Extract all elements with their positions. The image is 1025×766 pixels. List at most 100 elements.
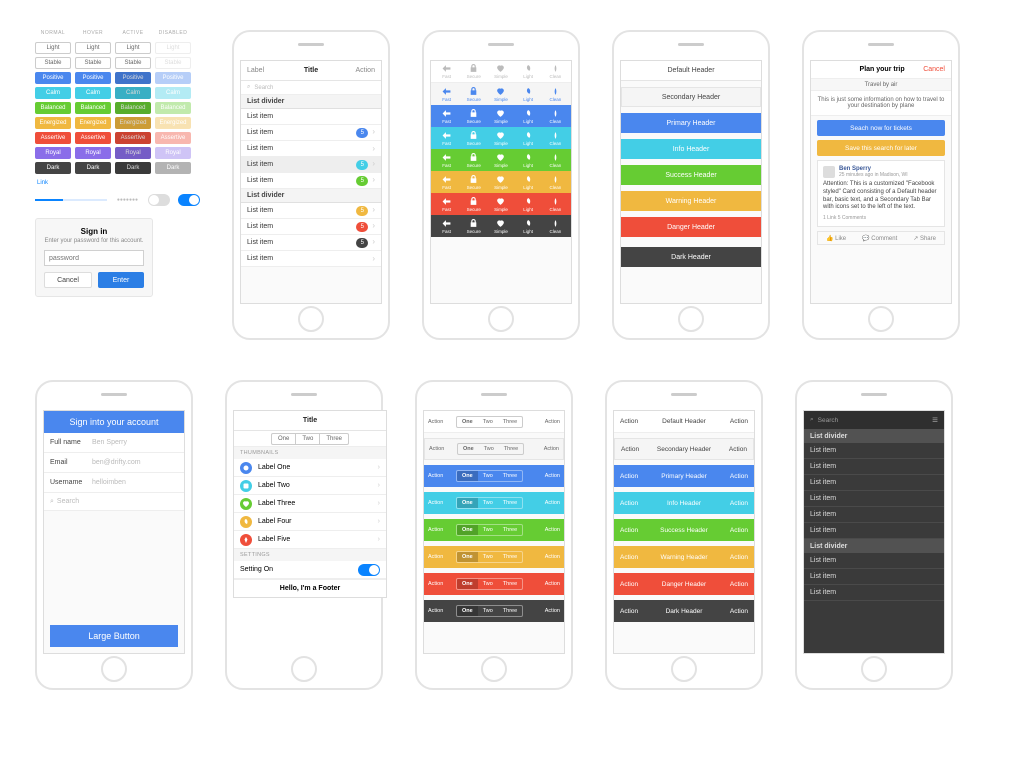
list-item[interactable]: List item	[804, 585, 944, 601]
list-item[interactable]: List item5›	[241, 125, 381, 141]
palette-button[interactable]: Assertive	[75, 132, 111, 144]
palette-button[interactable]: Energized	[35, 117, 71, 129]
clean-icon[interactable]: Clean	[544, 64, 566, 79]
list-item[interactable]: List item›	[241, 251, 381, 267]
simple-icon[interactable]: Simple	[490, 197, 512, 212]
palette-button[interactable]: Positive	[75, 72, 111, 84]
palette-button[interactable]: Positive	[35, 72, 71, 84]
light-icon[interactable]: Light	[517, 153, 539, 168]
list-item[interactable]: List item	[241, 109, 381, 125]
list-item[interactable]: List item5›	[241, 157, 381, 173]
secure-icon[interactable]: Secure	[463, 64, 485, 79]
light-icon[interactable]: Light	[517, 64, 539, 79]
cancel-button[interactable]: Cancel	[923, 66, 945, 73]
search-tickets-button[interactable]: Seach now for tickets	[817, 120, 945, 136]
segment-control[interactable]: OneTwoThree	[234, 431, 386, 447]
palette-button[interactable]: Dark	[35, 162, 71, 174]
secure-icon[interactable]: Secure	[463, 153, 485, 168]
search-input[interactable]: ⌕ Search	[241, 81, 381, 95]
palette-button[interactable]: Royal	[115, 147, 151, 159]
palette-button[interactable]: Calm	[115, 87, 151, 99]
light-icon[interactable]: Light	[517, 131, 539, 146]
simple-icon[interactable]: Simple	[490, 175, 512, 190]
palette-button[interactable]: Balanced	[115, 102, 151, 114]
fast-icon[interactable]: Fast	[436, 131, 458, 146]
secure-icon[interactable]: Secure	[463, 175, 485, 190]
link-sample[interactable]: Link	[37, 180, 198, 186]
secure-icon[interactable]: Secure	[463, 87, 485, 102]
palette-button[interactable]: Calm	[75, 87, 111, 99]
like-button[interactable]: 👍 Like	[826, 235, 846, 242]
search-input[interactable]: ⌕ Search ≡	[804, 411, 944, 429]
palette-button[interactable]: Stable	[35, 57, 71, 69]
setting-on-row[interactable]: Setting On	[234, 561, 386, 579]
palette-button[interactable]: Dark	[75, 162, 111, 174]
palette-button[interactable]: Assertive	[35, 132, 71, 144]
palette-button[interactable]: Royal	[75, 147, 111, 159]
clean-icon[interactable]: Clean	[544, 219, 566, 234]
fast-icon[interactable]: Fast	[436, 153, 458, 168]
list-item[interactable]: List item	[804, 553, 944, 569]
palette-button[interactable]: Energized	[75, 117, 111, 129]
clean-icon[interactable]: Clean	[544, 131, 566, 146]
nav-action[interactable]: Action	[345, 67, 375, 74]
list-item[interactable]: List item	[804, 475, 944, 491]
palette-button[interactable]: Stable	[115, 57, 151, 69]
palette-button[interactable]: Assertive	[115, 132, 151, 144]
thumb-row[interactable]: Label Five›	[234, 531, 386, 549]
fast-icon[interactable]: Fast	[436, 109, 458, 124]
palette-button[interactable]: Positive	[115, 72, 151, 84]
list-item[interactable]: List item	[804, 523, 944, 539]
light-icon[interactable]: Light	[517, 175, 539, 190]
password-field[interactable]	[44, 250, 144, 266]
simple-icon[interactable]: Simple	[490, 109, 512, 124]
list-item[interactable]: List item	[804, 491, 944, 507]
palette-button[interactable]: Royal	[35, 147, 71, 159]
list-item[interactable]: List item5›	[241, 203, 381, 219]
secure-icon[interactable]: Secure	[463, 197, 485, 212]
enter-button[interactable]: Enter	[98, 272, 144, 288]
list-item[interactable]: List item	[804, 569, 944, 585]
simple-icon[interactable]: Simple	[490, 64, 512, 79]
fast-icon[interactable]: Fast	[436, 175, 458, 190]
menu-icon[interactable]: ≡	[932, 415, 938, 426]
list-item[interactable]: List item5›	[241, 219, 381, 235]
light-icon[interactable]: Light	[517, 219, 539, 234]
search-input[interactable]: ⌕ Search	[44, 493, 184, 511]
clean-icon[interactable]: Clean	[544, 109, 566, 124]
palette-button[interactable]: Light	[115, 42, 151, 54]
thumb-row[interactable]: Label Three›	[234, 495, 386, 513]
palette-button[interactable]: Dark	[115, 162, 151, 174]
simple-icon[interactable]: Simple	[490, 87, 512, 102]
simple-icon[interactable]: Simple	[490, 219, 512, 234]
fast-icon[interactable]: Fast	[436, 219, 458, 234]
comment-button[interactable]: 💬 Comment	[862, 235, 897, 242]
list-item[interactable]: List item	[804, 507, 944, 523]
palette-button[interactable]: Balanced	[35, 102, 71, 114]
form-field[interactable]: Full nameBen Sperry	[44, 433, 184, 453]
secure-icon[interactable]: Secure	[463, 219, 485, 234]
light-icon[interactable]: Light	[517, 197, 539, 212]
fast-icon[interactable]: Fast	[436, 197, 458, 212]
palette-button[interactable]: Stable	[75, 57, 111, 69]
thumb-row[interactable]: Label Four›	[234, 513, 386, 531]
clean-icon[interactable]: Clean	[544, 197, 566, 212]
palette-button[interactable]: Energized	[115, 117, 151, 129]
list-item[interactable]: List item	[804, 459, 944, 475]
secure-icon[interactable]: Secure	[463, 131, 485, 146]
palette-button[interactable]: Calm	[35, 87, 71, 99]
large-button[interactable]: Large Button	[50, 625, 178, 647]
toggle-on[interactable]	[358, 564, 380, 576]
palette-button[interactable]: Light	[35, 42, 71, 54]
fast-icon[interactable]: Fast	[436, 87, 458, 102]
list-item[interactable]: List item	[804, 443, 944, 459]
simple-icon[interactable]: Simple	[490, 153, 512, 168]
nav-label[interactable]: Label	[247, 67, 277, 74]
list-item[interactable]: List item›	[241, 141, 381, 157]
form-field[interactable]: Emailben@drifty.com	[44, 453, 184, 473]
cancel-button[interactable]: Cancel	[44, 272, 92, 288]
simple-icon[interactable]: Simple	[490, 131, 512, 146]
list-item[interactable]: List item5›	[241, 173, 381, 189]
thumb-row[interactable]: Label One›	[234, 459, 386, 477]
light-icon[interactable]: Light	[517, 87, 539, 102]
